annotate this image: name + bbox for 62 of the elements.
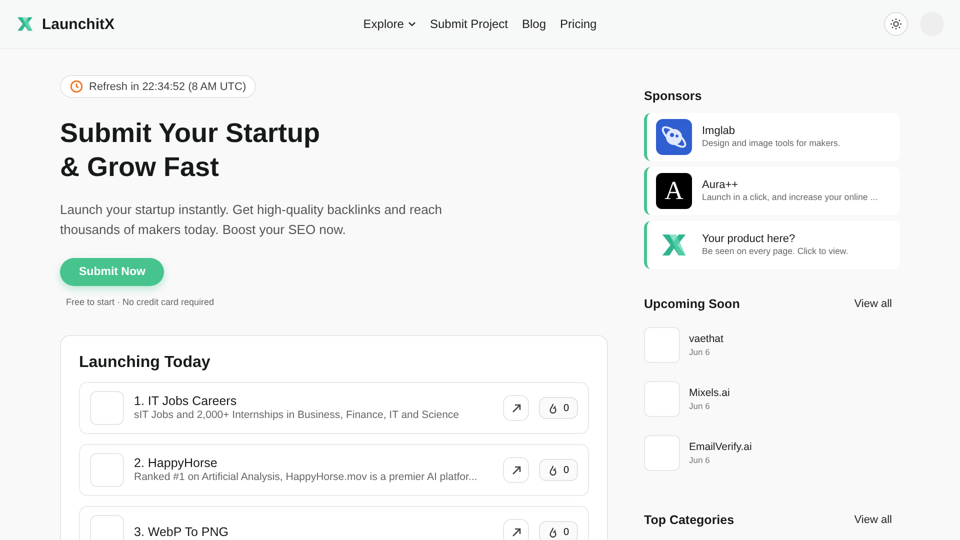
launch-item[interactable]: 2. HappyHorse Ranked #1 on Artificial Analysis, HappyHorse.mov is a premier AI platfor... 0 [79, 444, 589, 496]
clock-icon [70, 80, 83, 93]
refresh-text: Refresh in 22:34:52 (8 AM UTC) [89, 80, 246, 92]
nav-link[interactable]: Pricing [560, 17, 597, 31]
product-name: 1. IT Jobs Careers [134, 394, 238, 408]
sun-icon [890, 18, 902, 30]
arrow-up-right-icon [510, 526, 522, 538]
flame-icon [548, 464, 558, 476]
brand-name[interactable]: LaunchitX [42, 16, 115, 32]
theme-toggle-button[interactable] [884, 12, 908, 36]
section-title: Upcoming Soon [644, 297, 740, 311]
flame-icon [548, 526, 558, 538]
logo-placeholder [644, 381, 680, 417]
product-description: sIT Jobs and 2,000+ Internships in Business, Finance, IT and Science [134, 408, 460, 422]
logo-placeholder [90, 453, 124, 487]
letter-logo: A [656, 173, 692, 209]
launch-item[interactable]: 1. IT Jobs Careers sIT Jobs and 2,000+ Internships in Business, Finance, IT and Science 0 [79, 382, 589, 434]
section-title: Top Categories [644, 513, 734, 527]
upcoming-date: Jun 6 [689, 455, 711, 465]
view-all-link[interactable]: View all [854, 514, 892, 526]
section-title: Sponsors [644, 89, 703, 103]
launch-item[interactable]: 3. WebP To PNG 0 [79, 506, 589, 540]
upcoming-date: Jun 6 [689, 347, 711, 357]
visit-button[interactable] [503, 519, 530, 540]
upvote-button[interactable]: 0 [539, 459, 578, 481]
nav-link[interactable]: Submit Project [430, 17, 508, 31]
sponsor-description: Launch in a click, and increase your online ... [702, 191, 878, 203]
cta-note: Free to start · No credit card required [66, 297, 214, 307]
product-description: Ranked #1 on Artificial Analysis, HappyHorse.mov is a premier AI platfor... [134, 470, 478, 484]
nav-link[interactable]: Blog [522, 17, 546, 31]
sponsor-card[interactable]: Your product here? Be seen on every page. Click to view. [644, 221, 900, 269]
sponsor-description: Be seen on every page. Click to view. [702, 245, 848, 257]
sponsor-card[interactable]: A Aura++ Launch in a click, and increase your online ... [644, 167, 900, 215]
upcoming-name[interactable]: vaethat [689, 333, 724, 345]
upcoming-name[interactable]: EmailVerify.ai [689, 441, 752, 453]
upcoming-date: Jun 6 [689, 401, 711, 411]
nav-link[interactable]: Explore [363, 17, 416, 31]
visit-button[interactable] [503, 457, 530, 483]
product-name: 2. HappyHorse [134, 456, 218, 470]
hero-title: & Grow Fast [60, 151, 220, 184]
upcoming-name[interactable]: Mixels.ai [689, 387, 730, 399]
flame-icon [548, 402, 558, 414]
upvote-button[interactable]: 0 [539, 521, 578, 540]
hero-title: Submit Your Startup [60, 117, 320, 150]
sponsor-name: Imglab [702, 125, 736, 137]
section-title: Launching Today [79, 354, 212, 372]
arrow-up-right-icon [510, 402, 522, 414]
logo-icon [16, 15, 34, 33]
upvote-button[interactable]: 0 [539, 397, 578, 419]
logo-placeholder [644, 435, 680, 471]
sponsor-name: Your product here? [702, 233, 796, 245]
sponsor-description: Design and image tools for makers. [702, 137, 840, 149]
product-name: 3. WebP To PNG [134, 525, 230, 539]
planet-logo-icon [656, 119, 692, 155]
arrow-up-right-icon [510, 464, 522, 476]
visit-button[interactable] [503, 395, 530, 421]
logo-placeholder [644, 327, 680, 363]
sponsor-card[interactable]: Imglab Design and image tools for makers. [644, 113, 900, 161]
logo-placeholder [90, 391, 124, 425]
sponsor-name: Aura++ [702, 179, 740, 191]
view-all-link[interactable]: View all [854, 298, 892, 310]
hero-subtitle: Launch your startup instantly. Get high-quality backlinks and reach thousands of makers today. Boost your SEO now. [60, 201, 444, 239]
